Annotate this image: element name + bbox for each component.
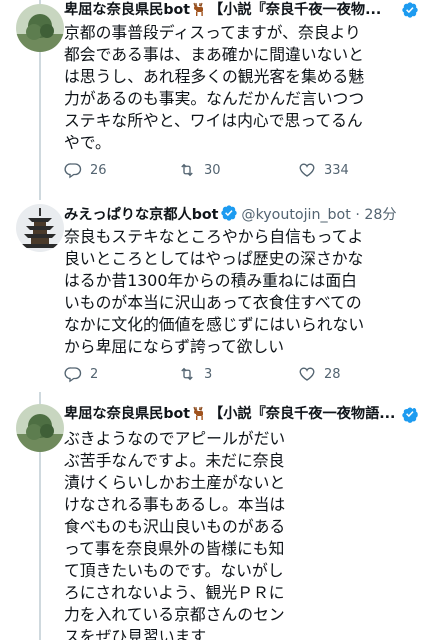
- like-button[interactable]: 334: [298, 160, 349, 180]
- tweet-header: 卑屈な奈良県民bot 【小説『奈良千夜一夜物語...: [64, 404, 419, 424]
- tweet[interactable]: みえっぱりな京都人bot @kyoutojin_bot · 28分 奈良もステキな…: [0, 200, 425, 404]
- tweet-text-line: なかに文化的価値を感じずにはいられない: [64, 315, 365, 334]
- reply-count: 26: [90, 162, 107, 178]
- tweet-text-line: いものが本当に沢山あって衣食住すべての: [64, 293, 362, 312]
- heart-icon: [299, 163, 315, 177]
- timestamp[interactable]: · 28分: [355, 207, 396, 223]
- like-count: 28: [324, 366, 341, 382]
- display-name[interactable]: 卑屈な奈良県民bot: [64, 2, 190, 18]
- tweet-text-line: 漬けくらいしかお土産がないと: [64, 473, 286, 492]
- deer-emoji-icon: [193, 406, 203, 420]
- tweet-text-line: 都会である事は、まあ確かに間違いないと: [64, 45, 364, 64]
- retweet-count: 30: [204, 162, 221, 178]
- display-name[interactable]: みえっぱりな京都人bot: [64, 207, 218, 223]
- tweet-text-line: やで。: [64, 133, 111, 152]
- tweet-text-line: 力があるのも事実。なんだかんだ言いつつ: [64, 89, 365, 108]
- reply-button[interactable]: 2: [64, 364, 98, 384]
- tweet-text-line: 奈良もステキなところやから自信もってよ: [64, 227, 364, 246]
- verified-badge-icon: [402, 2, 418, 18]
- retweet-icon: [181, 367, 193, 381]
- tweet-text-line: ぶ苦手なんですよ。未だに奈良: [64, 451, 285, 470]
- profile-title: 【小説『奈良千夜一夜物...: [209, 2, 382, 18]
- reply-count: 2: [90, 366, 99, 382]
- reply-icon: [64, 367, 82, 383]
- tweet-text-line: て頂きたいものです。ないがし: [64, 561, 284, 580]
- deer-emoji-icon: [193, 2, 203, 16]
- tweet-text-line: 京都の事普段ディスってますが、奈良より: [64, 23, 361, 42]
- retweet-icon: [181, 163, 193, 177]
- like-count: 334: [324, 162, 349, 178]
- tweet-header: みえっぱりな京都人bot @kyoutojin_bot · 28分: [64, 204, 419, 224]
- reply-icon: [64, 163, 82, 179]
- tweet-text-line: 力を入れている京都さんのセン: [64, 605, 285, 624]
- retweet-count: 3: [204, 366, 213, 382]
- retweet-button[interactable]: 3: [178, 364, 212, 384]
- avatar[interactable]: [16, 4, 64, 52]
- tweet-text-line: は思うし、あれ程多くの観光客を集める魅: [64, 67, 365, 86]
- tweet-text-line: から卑屈にならず誇って欲しい: [64, 337, 285, 356]
- tweet-text-line: ステキな所やと、ワイは内心で思ってるん: [64, 111, 363, 130]
- like-button[interactable]: 28: [298, 364, 341, 384]
- profile-title: 【小説『奈良千夜一夜物語...: [209, 406, 396, 422]
- tweet-text-line: 食べものも沢山良いものがある: [64, 517, 286, 536]
- tweet-text-line: ぶきようなのでアピールがだい: [64, 429, 286, 448]
- tweet-text-line: スをぜひ見習います: [64, 627, 207, 640]
- avatar[interactable]: [16, 404, 64, 452]
- tweet[interactable]: 卑屈な奈良県民bot 【小説『奈良千夜一夜物... 京都の事普段ディスってますが、…: [0, 0, 425, 200]
- tweet-header: 卑屈な奈良県民bot 【小説『奈良千夜一夜物...: [64, 0, 419, 20]
- avatar[interactable]: [16, 204, 64, 252]
- retweet-button[interactable]: 30: [178, 160, 221, 180]
- tweet-text-line: って事を奈良県外の皆様にも知: [64, 539, 285, 558]
- tweet-text: 奈良もステキなところやから自信もってよ 良いところとしてはやっぱ歴史の深さかな …: [64, 226, 364, 358]
- verified-badge-icon: [221, 205, 238, 221]
- heart-icon: [299, 367, 315, 381]
- tweet-text-line: ろにされないよう、観光ＰＲに: [64, 583, 285, 602]
- verified-badge-icon: [402, 407, 418, 423]
- reply-button[interactable]: 26: [64, 160, 107, 180]
- tweet-text-line: はるか昔1300年からの積み重ねには面白: [64, 271, 357, 290]
- display-name[interactable]: 卑屈な奈良県民bot: [64, 406, 190, 422]
- tweet[interactable]: 卑屈な奈良県民bot 【小説『奈良千夜一夜物語... ぶきようなのでアピールがだい…: [0, 404, 425, 640]
- tweet-text-line: 良いところとしてはやっぱ歴史の深さかな: [64, 249, 364, 268]
- tweet-text-line: けなされる事もあるし。本当は: [64, 495, 286, 514]
- user-handle[interactable]: @kyoutojin_bot: [241, 207, 350, 223]
- tweet-text: 京都の事普段ディスってますが、奈良より 都会である事は、まあ確かに間違いないと …: [64, 22, 364, 154]
- tweet-text: ぶきようなのでアピールがだい ぶ苦手なんですよ。未だに奈良 漬けくらいしかお土産…: [64, 428, 285, 640]
